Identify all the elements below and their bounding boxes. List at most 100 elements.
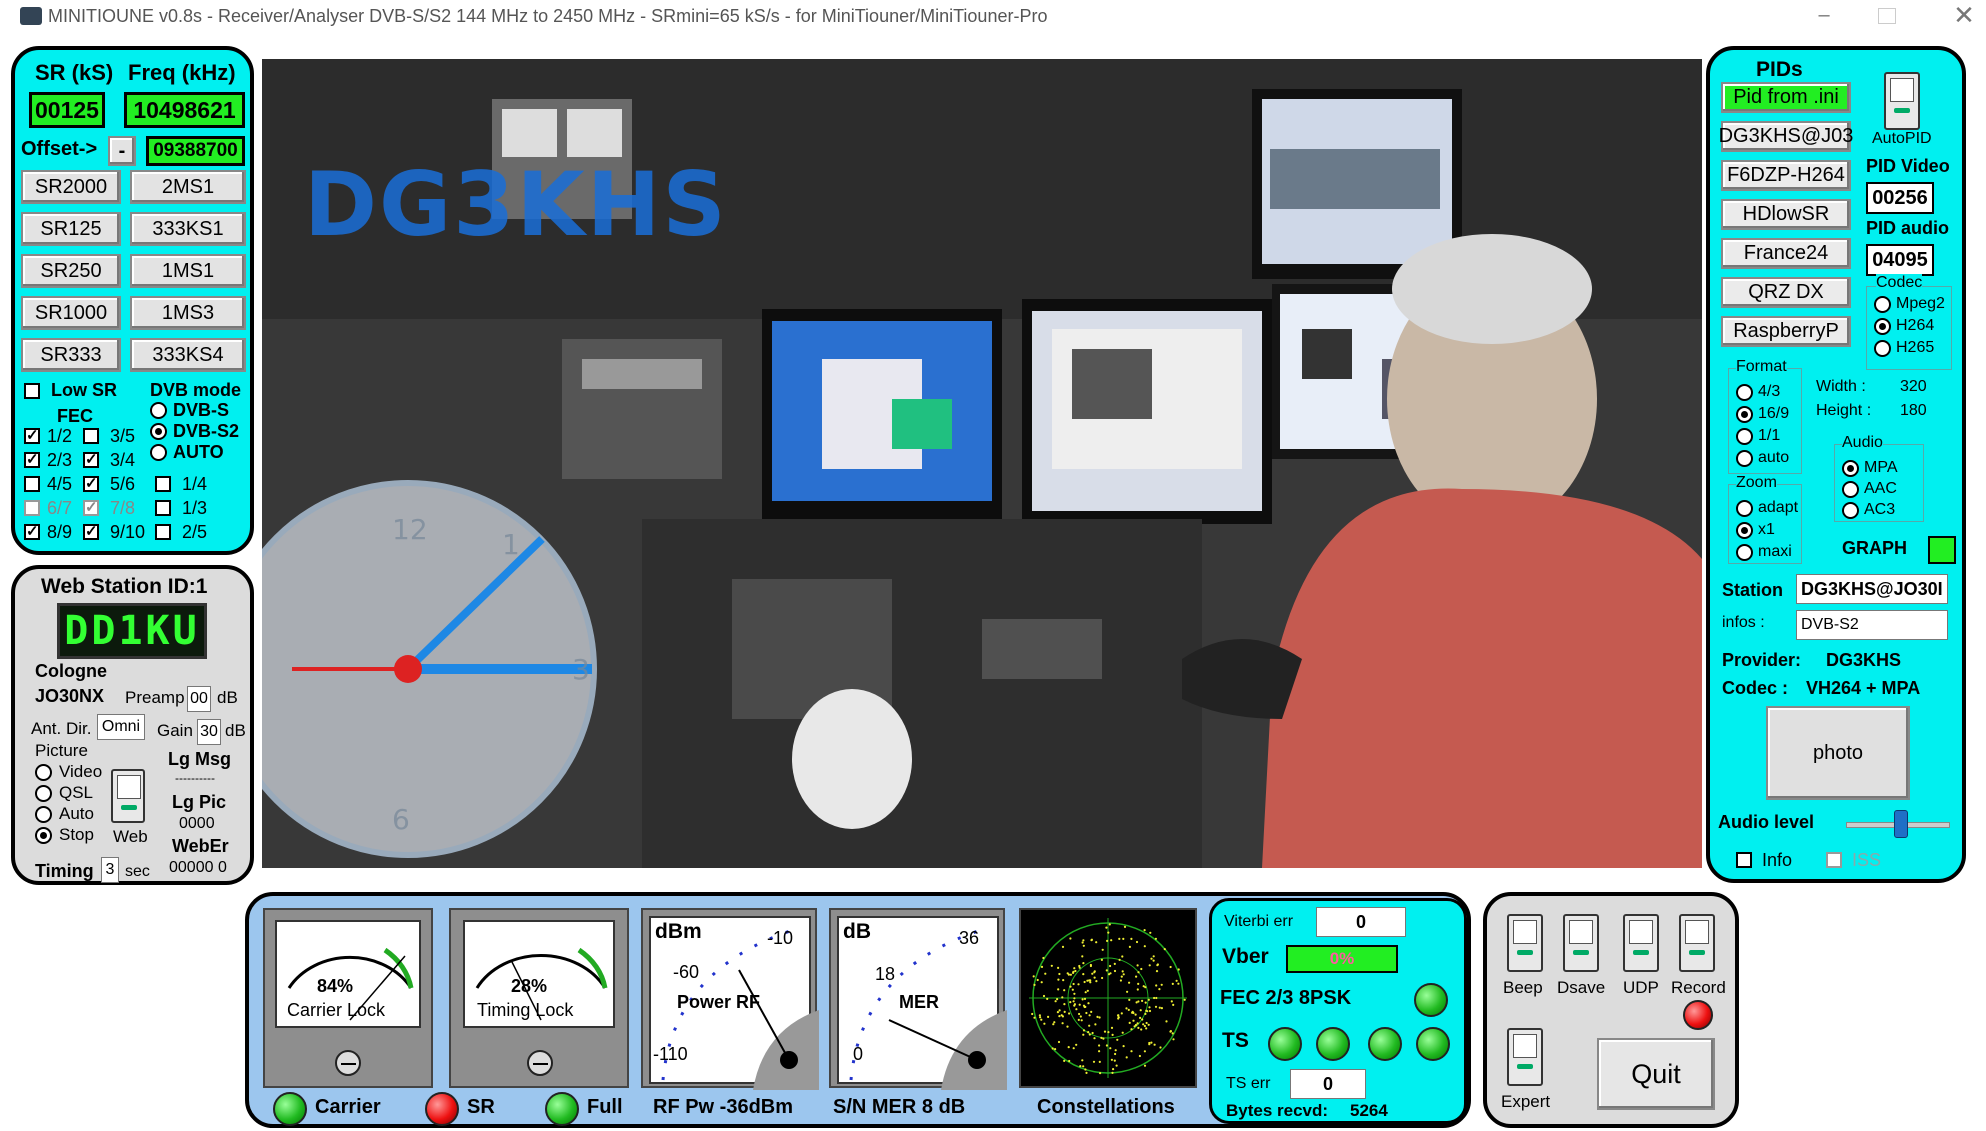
preamp-field[interactable]: 00 (187, 686, 211, 712)
fec-2-3-checkbox[interactable]: ✓ (24, 452, 40, 468)
expert-toggle[interactable] (1507, 1028, 1543, 1086)
infos-field[interactable]: DVB-S2 (1796, 610, 1948, 640)
graph-toggle[interactable] (1928, 536, 1956, 564)
web-toggle[interactable] (111, 769, 145, 823)
picture-auto-radio[interactable] (35, 806, 52, 823)
codec-h265-radio[interactable] (1874, 340, 1891, 357)
format-1-1-radio[interactable] (1736, 428, 1753, 445)
constellation-point (1177, 982, 1180, 985)
preset-2ms1-button[interactable]: 2MS1 (130, 170, 246, 204)
constellation-point (1094, 1023, 1097, 1026)
audio-mpa-radio[interactable] (1842, 460, 1859, 477)
sr1000-button[interactable]: SR1000 (21, 296, 121, 330)
preset-1ms1-button[interactable]: 1MS1 (130, 254, 246, 288)
format-16-9-radio[interactable] (1736, 406, 1753, 423)
format-auto-radio[interactable] (1736, 450, 1753, 467)
codec-h264-radio[interactable] (1874, 318, 1891, 335)
constellation-point (1090, 939, 1093, 942)
iss-checkbox[interactable] (1826, 852, 1842, 868)
audio-aac-radio[interactable] (1842, 481, 1859, 498)
constellation-point (1043, 1022, 1046, 1025)
fec-4-5-checkbox[interactable] (24, 476, 40, 492)
constellation-point (1050, 964, 1053, 967)
fec-1-4-checkbox[interactable] (155, 476, 171, 492)
gain-field[interactable]: 30 (197, 719, 221, 745)
zoom-x1-radio[interactable] (1736, 522, 1753, 539)
audio-ac3-radio[interactable] (1842, 502, 1859, 519)
fec-1-3-checkbox[interactable] (155, 500, 171, 516)
fec-9-10-checkbox[interactable]: ✓ (83, 524, 99, 540)
gain-label: Gain (157, 721, 193, 740)
preset-qrzdx-button[interactable]: QRZ DX (1721, 277, 1851, 308)
dvbs-radio[interactable] (150, 402, 167, 419)
zoom-adapt-radio[interactable] (1736, 500, 1753, 517)
fec-8-9-checkbox[interactable]: ✓ (24, 524, 40, 540)
quit-button[interactable]: Quit (1597, 1038, 1715, 1110)
minimize-button[interactable]: – (1812, 4, 1836, 28)
constellation-point (1116, 1014, 1120, 1017)
audio-aac-label: AAC (1864, 480, 1897, 497)
preset-dg3khs-button[interactable]: DG3KHS@J03 (1719, 121, 1853, 152)
pid-from-ini-button[interactable]: Pid from .ini (1721, 82, 1851, 113)
fec-2-3-label: 2/3 (47, 450, 73, 470)
close-button[interactable]: ✕ (1950, 0, 1978, 30)
sr333-button[interactable]: SR333 (21, 338, 121, 372)
preset-raspberryp-button[interactable]: RaspberryP (1721, 316, 1851, 347)
sr250-button[interactable]: SR250 (21, 254, 121, 288)
sr125-button[interactable]: SR125 (21, 212, 121, 246)
pid-audio-field[interactable]: 04095 (1866, 244, 1934, 276)
sr-field[interactable]: 00125 (29, 92, 105, 128)
constellation-point (1145, 1009, 1148, 1012)
preset-france24-button[interactable]: France24 (1721, 238, 1851, 269)
maximize-button[interactable] (1878, 8, 1896, 24)
timing-field[interactable]: 3 (101, 857, 119, 883)
preset-hdlowsr-button[interactable]: HDlowSR (1721, 199, 1851, 230)
station-field[interactable]: DG3KHS@JO30I (1796, 574, 1948, 604)
offset-field[interactable]: 09388700 (146, 136, 245, 166)
constellation-point (1118, 958, 1121, 961)
preset-1ms3-button[interactable]: 1MS3 (130, 296, 246, 330)
audio-label: Audio (1842, 434, 1883, 452)
audio-level-thumb[interactable] (1894, 810, 1908, 838)
antdir-field[interactable]: Omni (97, 714, 145, 740)
codec-mpeg2-radio[interactable] (1874, 296, 1891, 313)
picture-stop-radio[interactable] (35, 827, 52, 844)
sr2000-button[interactable]: SR2000 (21, 170, 121, 204)
photo-button[interactable]: photo (1766, 706, 1910, 800)
beep-toggle[interactable] (1507, 914, 1543, 972)
fec-5-6-checkbox[interactable]: ✓ (83, 476, 99, 492)
constellation-point (1143, 1024, 1146, 1028)
video-display[interactable]: 1 12 3 6 DG3KHS (262, 59, 1702, 868)
preset-333ks1-button[interactable]: 333KS1 (130, 212, 246, 246)
preset-333ks4-button[interactable]: 333KS4 (130, 338, 246, 372)
low-sr-checkbox[interactable] (24, 383, 40, 399)
record-toggle[interactable] (1679, 914, 1715, 972)
constellation-point (1107, 931, 1110, 934)
fec-1-2-checkbox[interactable]: ✓ (24, 428, 40, 444)
fec-7-8-checkbox[interactable]: ✓ (83, 500, 99, 516)
dvbs-label: DVB-S (173, 400, 230, 420)
dsave-toggle[interactable] (1563, 914, 1599, 972)
fec-2-5-checkbox[interactable] (155, 524, 171, 540)
offset-sign-button[interactable]: - (108, 136, 136, 166)
constellation-point (1115, 1064, 1118, 1067)
preset-f6dzp-button[interactable]: F6DZP-H264 (1721, 160, 1851, 191)
freq-field[interactable]: 10498621 (124, 92, 245, 128)
autopid-toggle[interactable] (1884, 72, 1920, 130)
fec-3-5-checkbox[interactable] (83, 428, 99, 444)
picture-qsl-radio[interactable] (35, 785, 52, 802)
zoom-maxi-radio[interactable] (1736, 544, 1753, 561)
fec-6-7-checkbox[interactable] (24, 500, 40, 516)
pid-video-field[interactable]: 00256 (1866, 182, 1934, 214)
constellation-point (1073, 992, 1076, 995)
fec-3-4-checkbox[interactable]: ✓ (83, 452, 99, 468)
picture-video-radio[interactable] (35, 764, 52, 781)
format-4-3-radio[interactable] (1736, 384, 1753, 401)
info-checkbox[interactable] (1736, 852, 1752, 868)
udp-toggle[interactable] (1623, 914, 1659, 972)
constellation-point (1142, 985, 1145, 988)
auto-radio[interactable] (150, 444, 167, 461)
dvbs2-radio[interactable] (150, 423, 167, 440)
constellation-point (1128, 981, 1131, 984)
zoom-adapt-label: adapt (1758, 499, 1799, 516)
